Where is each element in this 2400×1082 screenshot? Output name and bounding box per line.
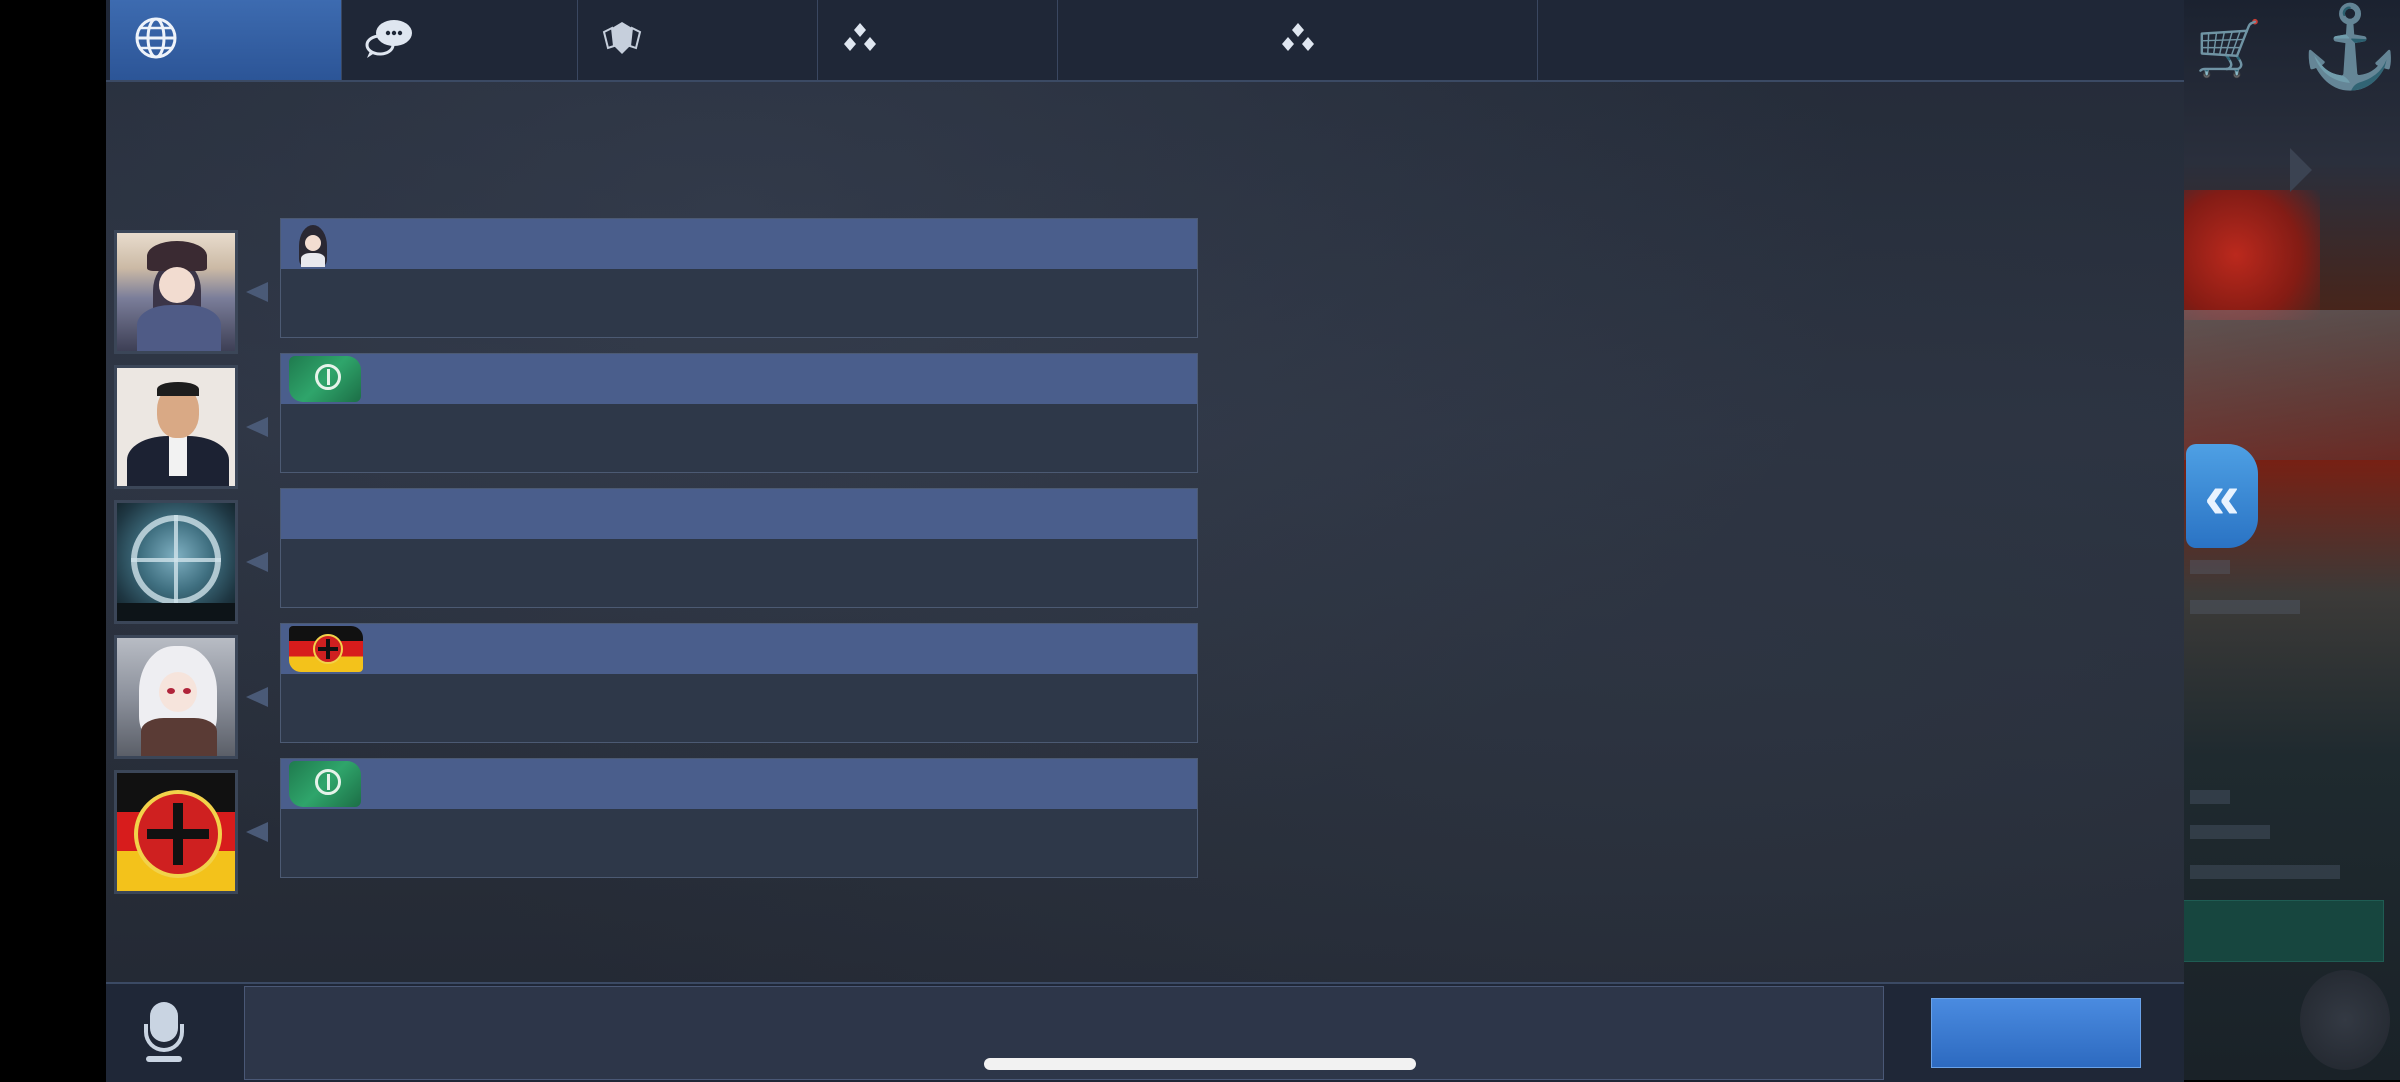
iron-cross-flag-avatar[interactable] <box>114 770 238 894</box>
crosshair-scope-avatar[interactable] <box>114 500 238 624</box>
bubble-pointer <box>246 822 268 842</box>
green-emblem-flag-badge <box>289 761 361 807</box>
speech-bubbles-icon <box>364 17 414 64</box>
background-text-line <box>2190 825 2270 839</box>
anchor-icon[interactable]: ⚓ <box>2300 0 2400 94</box>
message-row <box>106 353 1206 490</box>
home-indicator[interactable] <box>984 1058 1416 1070</box>
message-bubble[interactable] <box>280 758 1198 878</box>
message-text <box>281 809 1197 877</box>
background-ship <box>2180 310 2400 460</box>
message-header <box>281 489 1197 539</box>
tab-group-1[interactable] <box>818 0 1058 80</box>
message-row <box>106 623 1206 760</box>
message-header <box>281 624 1197 674</box>
shield-badge-icon <box>600 18 644 63</box>
message-bubble[interactable] <box>280 623 1198 743</box>
man-in-suit-avatar[interactable] <box>114 365 238 489</box>
microphone-icon[interactable] <box>136 1002 192 1064</box>
tab-chat[interactable] <box>342 0 578 80</box>
collapse-chat-button[interactable]: « <box>2186 444 2258 548</box>
message-bubble[interactable] <box>280 218 1198 338</box>
anime-witch-avatar[interactable] <box>114 230 238 354</box>
message-row <box>106 488 1206 625</box>
background-text-line <box>2190 865 2340 879</box>
send-button[interactable] <box>1931 998 2141 1068</box>
background-text-line <box>2190 600 2300 614</box>
shop-cart-icon[interactable]: 🛒 <box>2195 18 2262 81</box>
background-flag <box>2180 190 2320 320</box>
message-header <box>281 759 1197 809</box>
message-bubble[interactable] <box>280 353 1198 473</box>
three-dots-cluster-icon <box>840 20 880 61</box>
message-text <box>281 269 1197 337</box>
character-portrait[interactable] <box>2300 970 2390 1070</box>
message-bubble[interactable] <box>280 488 1198 608</box>
next-arrow-icon[interactable] <box>2290 148 2312 192</box>
green-emblem-flag-badge <box>289 356 361 402</box>
three-dots-cluster-icon <box>1058 20 1537 61</box>
german-iron-cross-flag-badge <box>289 626 363 672</box>
message-header <box>281 219 1197 269</box>
bubble-pointer <box>246 552 268 572</box>
anime-character-badge <box>289 221 337 267</box>
background-text-line <box>2190 790 2230 804</box>
bubble-pointer <box>246 687 268 707</box>
tab-group-2[interactable] <box>1058 0 1538 80</box>
message-row <box>106 758 1206 895</box>
message-text <box>281 539 1197 607</box>
bubble-pointer <box>246 282 268 302</box>
tab-empty[interactable] <box>1538 0 2184 80</box>
chat-tab-bar <box>106 0 2184 82</box>
double-chevron-left-icon: « <box>2204 460 2240 532</box>
chat-panel <box>106 0 2184 1080</box>
tab-world[interactable] <box>110 0 342 80</box>
background-text-line <box>2190 560 2230 574</box>
message-text <box>281 404 1197 472</box>
message-row <box>106 218 1206 355</box>
bubble-pointer <box>246 417 268 437</box>
background-green-panel <box>2182 900 2384 962</box>
tab-guild[interactable] <box>578 0 818 80</box>
white-hair-anime-avatar[interactable] <box>114 635 238 759</box>
globe-icon <box>132 14 180 67</box>
message-text <box>281 674 1197 742</box>
message-header <box>281 354 1197 404</box>
